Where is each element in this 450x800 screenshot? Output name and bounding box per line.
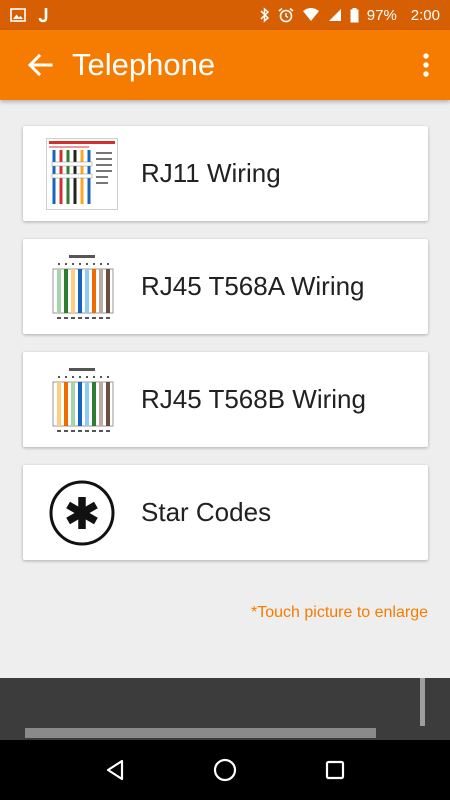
- star-codes-thumbnail[interactable]: [23, 465, 141, 560]
- back-button[interactable]: [8, 30, 72, 100]
- rj45-t568a-diagram-thumbnail[interactable]: [23, 239, 141, 334]
- nav-home-button[interactable]: [195, 740, 255, 800]
- star-circle-icon: [49, 480, 115, 545]
- rj11-diagram-thumbnail[interactable]: [23, 126, 141, 221]
- enlarge-hint: *Touch picture to enlarge: [251, 604, 428, 621]
- list-item-rj11[interactable]: RJ11 Wiring: [23, 126, 428, 221]
- nav-back-button[interactable]: [85, 740, 145, 800]
- rj45-t568b-diagram: [52, 367, 114, 432]
- topic-list: RJ11 Wiring RJ45 T568A Wiring RJ45 T568B…: [23, 126, 428, 578]
- rj45-t568a-diagram: [52, 254, 114, 319]
- list-item-label: RJ45 T568A Wiring: [141, 271, 365, 301]
- nav-recents-button[interactable]: [305, 740, 365, 800]
- arrow-back-icon: [27, 53, 53, 77]
- list-item-rj45-t568a[interactable]: RJ45 T568A Wiring: [23, 239, 428, 334]
- rj45-t568b-diagram-thumbnail[interactable]: [23, 352, 141, 447]
- j-app-icon: [38, 7, 50, 23]
- triangle-back-icon: [106, 759, 124, 781]
- page-title: Telephone: [72, 47, 216, 82]
- list-item-label: Star Codes: [141, 497, 272, 527]
- list-item-rj45-t568b[interactable]: RJ45 T568B Wiring: [23, 352, 428, 447]
- clock-time: 2:00: [410, 6, 440, 24]
- rj11-diagram: [46, 137, 118, 210]
- vertical-scrollbar[interactable]: [420, 678, 425, 726]
- signal-icon: [328, 8, 342, 22]
- overflow-menu-button[interactable]: [402, 30, 450, 100]
- wifi-icon: [302, 8, 320, 22]
- list-item-label: RJ11 Wiring: [141, 158, 281, 188]
- list-item-label: RJ45 T568B Wiring: [141, 384, 366, 414]
- system-nav-bar: [0, 740, 450, 800]
- gallery-icon: [10, 8, 26, 22]
- status-bar: 97% 2:00: [0, 0, 450, 30]
- app-bar: Telephone: [0, 30, 450, 100]
- alarm-icon: [278, 7, 294, 23]
- list-item-star-codes[interactable]: Star Codes: [23, 465, 428, 560]
- bluetooth-icon: [260, 7, 270, 23]
- battery-percent: 97%: [366, 6, 397, 24]
- horizontal-scrollbar[interactable]: [25, 728, 376, 738]
- battery-icon: [350, 7, 359, 23]
- circle-home-icon: [213, 758, 237, 782]
- square-recents-icon: [325, 760, 345, 780]
- more-vert-icon: [423, 53, 429, 77]
